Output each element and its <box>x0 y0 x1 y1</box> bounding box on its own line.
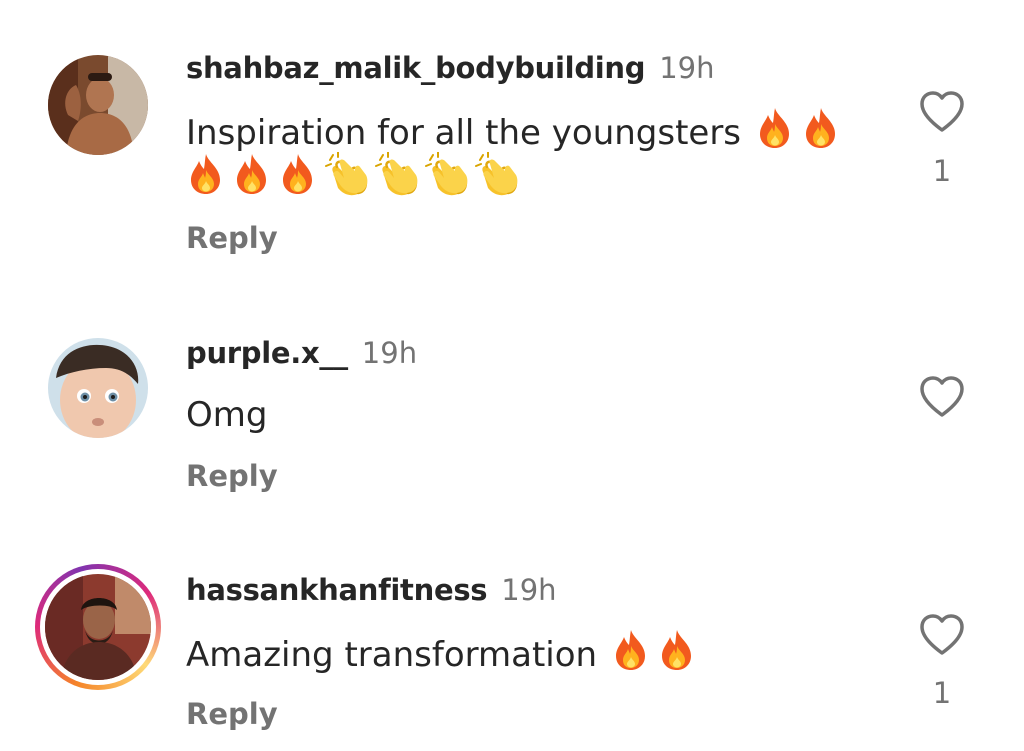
comment-text: Amazing transformation <box>186 635 598 675</box>
like-count[interactable]: 1 <box>918 675 966 711</box>
avatar-story-ring[interactable] <box>35 564 161 690</box>
comment-timestamp: 19h <box>501 573 557 607</box>
avatar <box>45 574 151 680</box>
comment-username[interactable]: hassankhanfitness <box>186 573 488 607</box>
reply-button[interactable]: Reply <box>186 696 278 732</box>
fire-emoji-icon <box>611 628 651 672</box>
comment-item: hassankhanfitness 19h Amazing transformat… <box>0 0 1024 751</box>
heart-outline-icon[interactable] <box>918 613 966 657</box>
comment-text-block: Amazing transformation <box>186 628 697 679</box>
fire-emoji-icon <box>657 628 697 672</box>
